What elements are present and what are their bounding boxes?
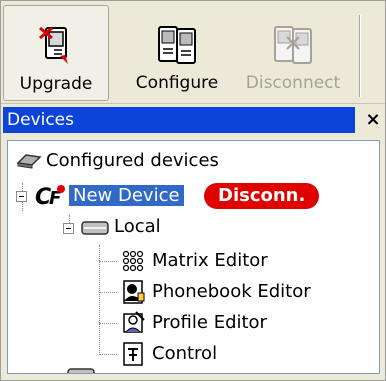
devices-panel-title: Devices [3, 107, 355, 133]
tree-connector [99, 292, 117, 293]
tree-item-matrix-editor[interactable]: Matrix Editor [152, 247, 268, 275]
tree-group-label[interactable]: Local [114, 213, 161, 241]
upgrade-icon [39, 26, 68, 64]
tree-item-control[interactable]: Control [152, 340, 217, 368]
configure-button[interactable]: Configure [123, 5, 231, 99]
cf-device-icon: C F [35, 185, 65, 210]
upgrade-label: Upgrade [19, 74, 93, 94]
tree-device-node[interactable]: New Device [69, 182, 184, 210]
tree-root-label[interactable]: Configured devices [46, 147, 219, 175]
disconnect-button[interactable]: Disconnect [237, 5, 349, 99]
configure-icon [158, 26, 196, 64]
tree-connector [99, 323, 117, 324]
local-drive-icon [81, 221, 109, 235]
tree-connector [99, 261, 117, 262]
partial-node-icon [67, 368, 95, 373]
collapse-device-toggle[interactable] [16, 191, 27, 202]
tree-connector [99, 354, 117, 355]
device-tree[interactable]: Configured devices C F New Device Discon… [7, 140, 380, 374]
tree-item-phonebook-editor[interactable]: Phonebook Editor [152, 278, 311, 306]
network-icon [16, 154, 42, 169]
devices-panel-header: Devices × [1, 104, 385, 136]
phonebook-icon [123, 280, 145, 304]
matrix-icon [122, 250, 144, 272]
tree-item-profile-editor[interactable]: Profile Editor [152, 309, 267, 337]
close-icon[interactable]: × [363, 107, 383, 133]
control-icon [123, 342, 143, 366]
toolbar: Upgrade Configure Disconnect [1, 1, 385, 104]
toolbar-separator [359, 15, 361, 97]
tree-device-label: New Device [69, 185, 184, 206]
upgrade-button[interactable]: Upgrade [3, 5, 109, 101]
disconnect-label: Disconnect [245, 73, 341, 93]
disconnect-icon [274, 26, 312, 64]
status-badge: Disconn. [204, 183, 320, 209]
configure-label: Configure [135, 73, 219, 93]
collapse-local-toggle[interactable] [63, 223, 74, 234]
profile-icon [123, 311, 145, 333]
